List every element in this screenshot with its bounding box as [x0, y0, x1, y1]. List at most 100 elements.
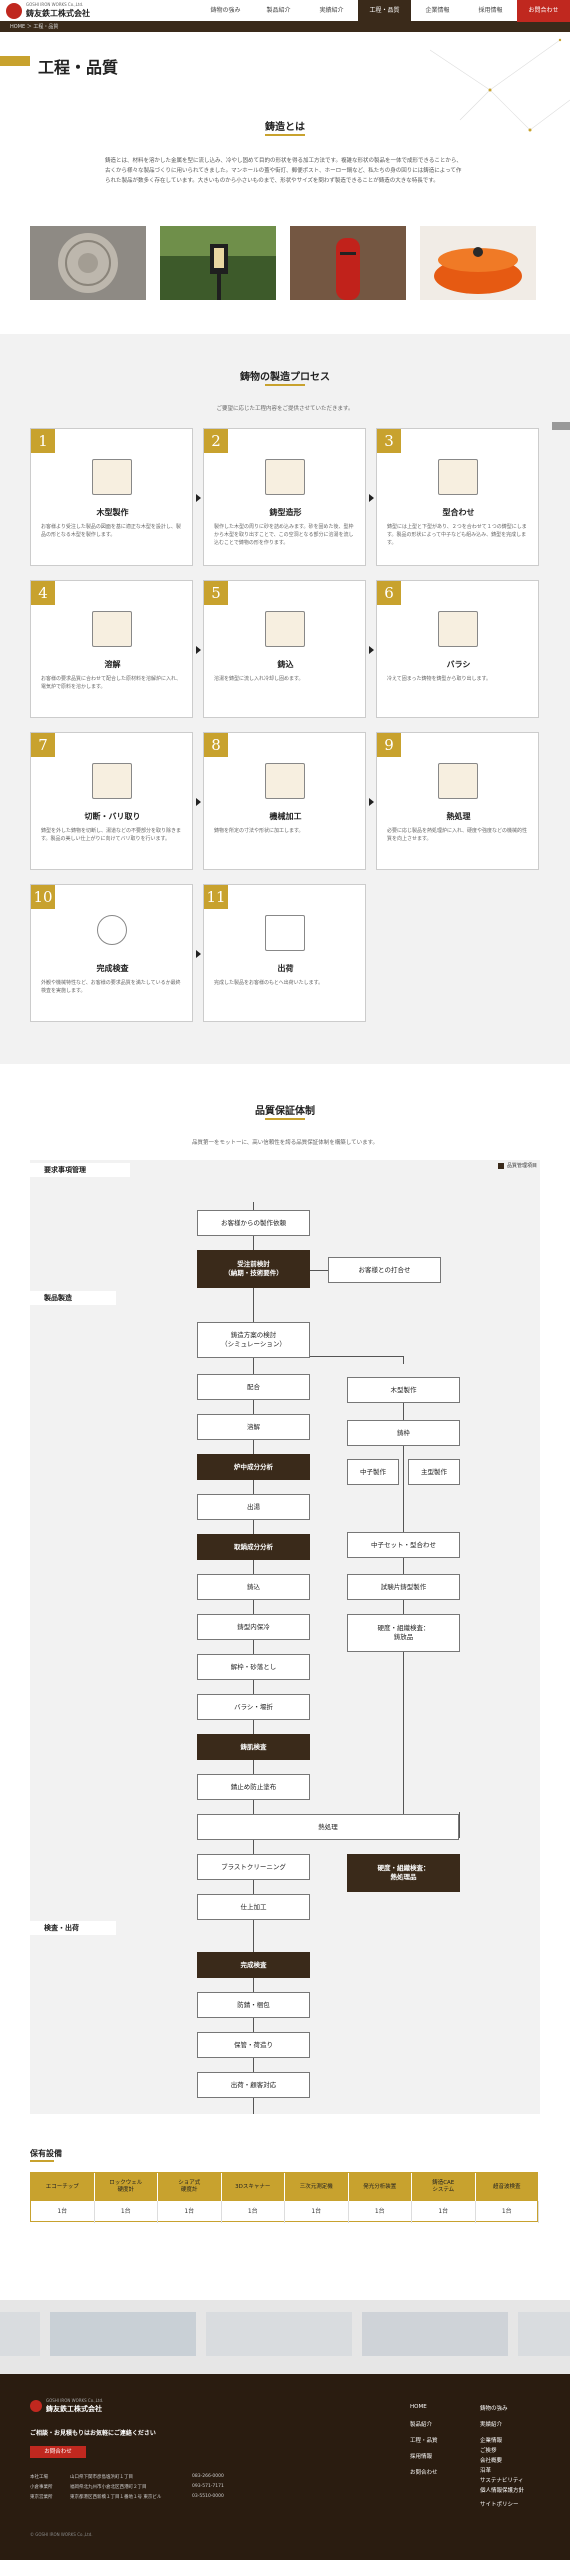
table-cell: 1台	[285, 2201, 349, 2223]
step-deburr: バラシ・堰折	[197, 1694, 310, 1720]
step-number: 4	[31, 581, 55, 605]
shakeout-icon	[438, 611, 478, 647]
step-furnace-analysis: 炉中成分分析	[197, 1454, 310, 1480]
scroll-tab[interactable]	[552, 422, 570, 430]
step-core-set: 中子セット・型合わせ	[347, 1532, 460, 1558]
process-card-3: 3 型合わせ 鋳型には上型と下型があり、２つを合わせて１つの鋳型にします。製品の形状…	[376, 428, 539, 566]
step-order: お客様からの製作依頼	[197, 1210, 310, 1236]
phone-text: 03-5510-0000	[192, 2494, 224, 2499]
arrow-icon	[196, 950, 201, 958]
footer-company: 鋳友鉄工株式会社	[46, 2405, 102, 2413]
logo-english: GOSHI IRON WORKS Co.,Ltd.	[26, 2, 84, 7]
process-card-11: 11 出荷 完成した製品をお客様のもとへ出荷いたします。	[203, 884, 366, 1022]
address-text: 福岡県北九州市小倉北区西港町２丁目	[70, 2485, 147, 2490]
postbox-photo	[290, 226, 406, 300]
footer-link[interactable]: 製品紹介	[410, 2420, 432, 2428]
equipment-heading-line	[30, 2160, 54, 2162]
step-hardness-1: 硬度・組織検査： 鋳放品	[347, 1614, 460, 1652]
footer-link[interactable]: サステナビリティ	[480, 2476, 524, 2484]
nav-company[interactable]: 企業情報	[411, 0, 464, 22]
nav-process[interactable]: 工程・品質	[358, 0, 411, 22]
footer-link[interactable]: HOME	[410, 2404, 427, 2410]
site-header: GOSHI IRON WORKS Co.,Ltd. 鋳友鉄工株式会社 鋳物の強み…	[0, 0, 570, 22]
footer-link[interactable]: 採用情報	[410, 2452, 432, 2460]
step-title: 型合わせ	[442, 508, 475, 517]
step-main-mold: 主型製作	[408, 1459, 460, 1485]
step-desc: 冷えて固まった鋳物を鋳型から取り出します。	[387, 676, 492, 682]
nav-works[interactable]: 実績紹介	[305, 0, 358, 22]
step-desc: お客様の要求品質に合わせて配合した原材料を溶解炉に入れ、電気炉で原料を溶かします…	[41, 676, 182, 690]
process-card-9: 9 熱処理 必要に応じ製品を熱処理炉に入れ、硬度や強度などの機械的性質を向上させます…	[376, 732, 539, 870]
quality-heading: 品質保証体制	[255, 1106, 315, 1117]
footer-link[interactable]: 会社概要	[480, 2456, 502, 2464]
nav-recruit[interactable]: 採用情報	[464, 0, 517, 22]
step-title: 出荷	[277, 964, 294, 973]
nav-contact[interactable]: お問合わせ	[517, 0, 570, 22]
footer-link[interactable]: 工程・品質	[410, 2436, 438, 2444]
step-number: 9	[377, 733, 401, 757]
breadcrumb-text[interactable]: HOME ＞ 工程・品質	[10, 23, 58, 30]
phone-text: 093-571-7171	[192, 2484, 224, 2489]
company-logo[interactable]	[6, 3, 22, 19]
section-inspection: 検査・出荷	[30, 1921, 116, 1935]
footer-link[interactable]: 個人情報保護方針	[480, 2486, 524, 2494]
step-pour: 鋳込	[197, 1574, 310, 1600]
intro-heading: 鋳造とは	[265, 122, 305, 133]
process-heading-line	[265, 384, 305, 386]
computer-icon	[92, 459, 132, 495]
step-desc: 外観や機械特性など、お客様の要求品質を満たしているか最終検査を実施します。	[41, 980, 181, 994]
table-header: エコーチップ ロックウェル 硬度計 ショア式 硬度計 3Dスキャナー 三次元測定…	[31, 2173, 539, 2201]
process-card-4: 4 溶解お客様の要求品質に合わせて配合した原材料を溶解炉に入れ、電気炉で原料を溶か…	[30, 580, 193, 718]
copyright: © GOSHI IRON WORKS Co.,Ltd.	[30, 2532, 93, 2537]
truck-icon	[265, 915, 305, 951]
footer-link[interactable]: 沿革	[480, 2466, 491, 2474]
footer-company-en: GOSHI IRON WORKS Co.,Ltd.	[46, 2398, 104, 2403]
step-number: 7	[31, 733, 55, 757]
footer-link[interactable]: サイトポリシー	[480, 2500, 519, 2508]
heat-treatment-icon	[438, 763, 478, 799]
footer-logo[interactable]	[30, 2400, 42, 2412]
footer-link[interactable]: お問合わせ	[410, 2468, 438, 2476]
address-text: 山口県下関市彦島塩浜町１丁目	[70, 2475, 133, 2480]
strip-image	[206, 2312, 352, 2356]
intro-text: 鋳造とは、材料を溶かした金属を型に流し込み、冷やし固めて目的の形状を得る加工方法…	[105, 158, 462, 184]
footer-link[interactable]: 企業情報	[480, 2436, 502, 2444]
cutting-icon	[92, 763, 132, 799]
step-title: 溶解	[104, 660, 121, 669]
table-row: 1台 1台 1台 1台 1台 1台 1台 1台	[31, 2201, 539, 2223]
step-plan: 鋳造方案の検討 （シミュレーション）	[197, 1322, 310, 1358]
main-nav: 鋳物の強み 製品紹介 実績紹介 工程・品質 企業情報 採用情報 お問合わせ	[199, 0, 570, 22]
step-ladle-analysis: 取鍋成分分析	[197, 1534, 310, 1560]
furnace-icon	[92, 611, 132, 647]
logo-name[interactable]: 鋳友鉄工株式会社	[26, 8, 90, 19]
phone-text: 083-266-0000	[192, 2474, 224, 2479]
footer-link[interactable]: 鋳物の強み	[480, 2404, 508, 2412]
step-number: 10	[31, 885, 55, 909]
process-card-7: 7 切断・バリ取り 鋳型を外した鋳物を切断し、湯道などの不要部分を取り除きます。製品…	[30, 732, 193, 870]
step-desc: お客様より受注した製品の図面を基に適正な木型を設計し、製品の形となる木型を製作し…	[41, 524, 181, 538]
process-card-8: 8 機械加工 鋳物を所定の寸法や形状に加工します。	[203, 732, 366, 870]
nav-strength[interactable]: 鋳物の強み	[199, 0, 252, 22]
footer-link[interactable]: ご挨拶	[480, 2446, 497, 2454]
step-desc: 鋳型を外した鋳物を切断し、湯道などの不要部分を取り除きます。製品の美しい仕上がり…	[41, 828, 182, 842]
arrow-icon	[196, 798, 201, 806]
flow-line	[310, 1270, 328, 1271]
step-review: 受注前検討 （納期・技術要件）	[197, 1250, 310, 1288]
header-cell: ショア式 硬度計	[158, 2173, 222, 2201]
magnifier-icon	[97, 915, 127, 945]
table-cell: 1台	[349, 2201, 412, 2223]
equipment-table: エコーチップ ロックウェル 硬度計 ショア式 硬度計 3Dスキャナー 三次元測定…	[30, 2172, 539, 2223]
footer-contact-button[interactable]: お問合わせ	[30, 2446, 86, 2458]
table-cell: 1台	[222, 2201, 285, 2223]
step-blend: 配合	[197, 1374, 310, 1400]
process-subtitle: ご要望に応じた工程内容をご提供させていただきます。	[216, 406, 354, 412]
step-title: 鋳型造形	[269, 508, 302, 517]
footer-link[interactable]: 実績紹介	[480, 2420, 502, 2428]
step-ship: 出荷・顧客対応	[197, 2072, 310, 2098]
nav-products[interactable]: 製品紹介	[252, 0, 305, 22]
step-trial: 試験片鋳型製作	[347, 1574, 460, 1600]
header-cell: 三次元測定機	[285, 2173, 349, 2201]
strip-image	[0, 2312, 40, 2356]
legend-label: 品質管理項目	[507, 1163, 538, 1169]
mold-assembly-icon	[438, 459, 478, 495]
